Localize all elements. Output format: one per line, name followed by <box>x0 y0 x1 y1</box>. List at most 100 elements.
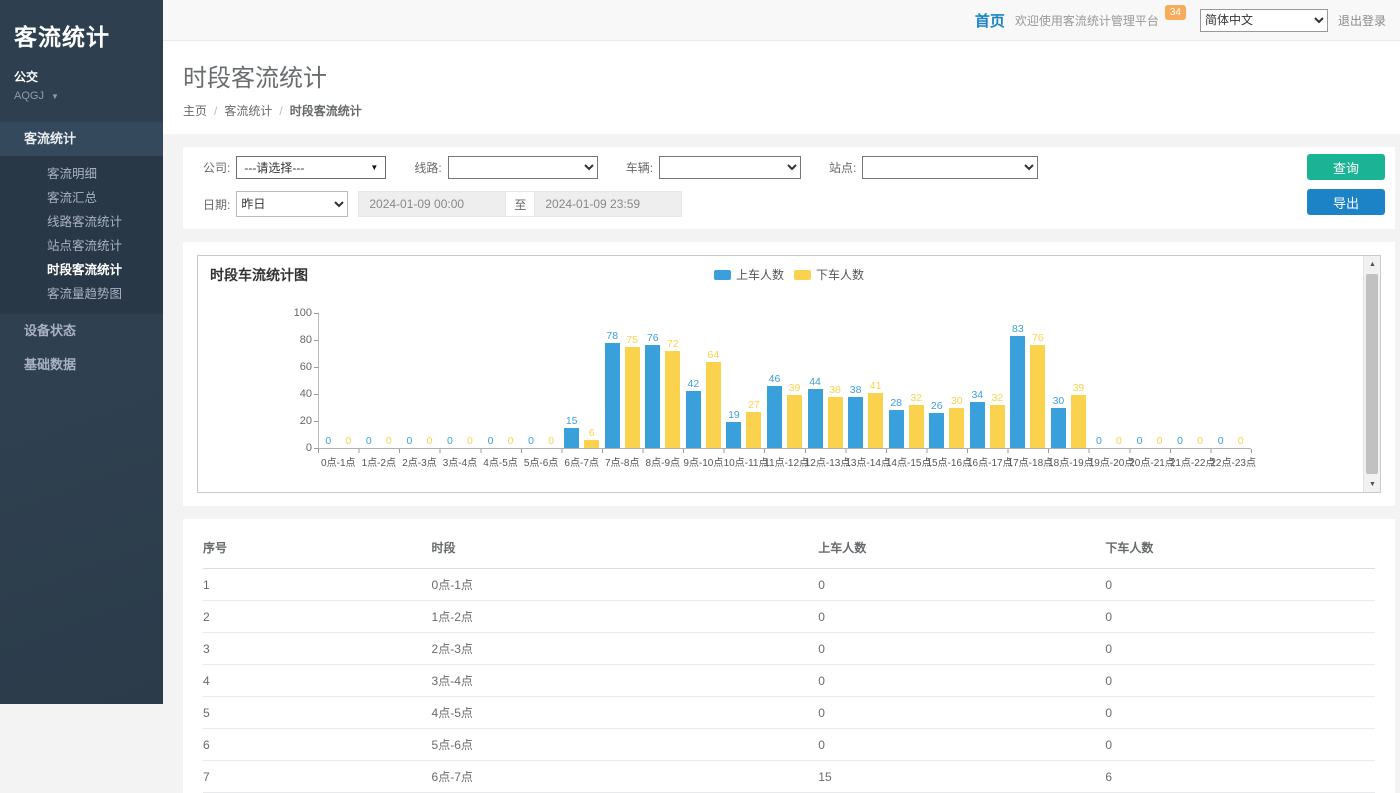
bar-value-label: 0 <box>345 435 351 448</box>
line-select[interactable] <box>448 156 598 179</box>
col-header-boarding: 上车人数 <box>818 529 1105 569</box>
vehicle-select[interactable] <box>659 156 801 179</box>
bar-boarding <box>686 391 701 448</box>
bar-value-label: 39 <box>789 382 801 395</box>
query-button[interactable]: 查询 <box>1307 154 1385 180</box>
export-button[interactable]: 导出 <box>1307 189 1385 215</box>
bar-value-label: 0 <box>508 435 514 448</box>
bar-group: 00 <box>1089 313 1130 448</box>
bar-boarding <box>808 389 823 448</box>
bar-column: 19 <box>726 313 741 448</box>
bar-group: 78 75 <box>602 313 643 448</box>
scrollbar-thumb[interactable] <box>1366 274 1378 474</box>
bar-value-label: 0 <box>366 435 372 448</box>
bar-value-label: 0 <box>386 435 392 448</box>
bar-alighting <box>1071 395 1086 448</box>
bar-value-label: 32 <box>910 392 922 405</box>
x-axis-label: 2点-3点 <box>399 454 440 469</box>
scroll-down-icon[interactable]: ▼ <box>1364 476 1381 492</box>
bar-group: 2630 <box>926 313 967 448</box>
table-cell: 1 <box>203 569 432 601</box>
table-cell: 2 <box>203 601 432 633</box>
bar-group: 1927 <box>724 313 765 448</box>
bar-value-label: 0 <box>1177 435 1183 448</box>
table-row: 32点-3点00 <box>203 633 1375 665</box>
scroll-up-icon[interactable]: ▲ <box>1364 256 1381 272</box>
bar-alighting <box>746 412 761 448</box>
bar-column: 6 <box>584 313 599 448</box>
chart-scrollbar[interactable]: ▲ ▼ <box>1363 256 1380 492</box>
sidebar-subitem[interactable]: 线路客流统计 <box>0 210 163 234</box>
bar-value-label: 83 <box>1012 323 1024 336</box>
x-axis-label: 20点-21点 <box>1129 454 1170 469</box>
bar-boarding <box>889 410 904 448</box>
logout-link[interactable]: 退出登录 <box>1338 12 1386 29</box>
y-axis-label: 80 <box>282 334 312 346</box>
bar-column: 0 <box>1193 313 1208 448</box>
bar-value-label: 38 <box>829 384 841 397</box>
bar-boarding <box>1010 336 1025 448</box>
x-axis-label: 13点-14点 <box>845 454 886 469</box>
sidebar-item-base-data[interactable]: 基础数据 <box>0 348 163 382</box>
bar-column: 15 <box>564 313 579 448</box>
breadcrumb-home[interactable]: 主页 <box>183 104 207 118</box>
bar-column: 28 <box>889 313 904 448</box>
legend-swatch-boarding <box>714 270 731 280</box>
sidebar-subitem[interactable]: 客流明细 <box>0 162 163 186</box>
bar-column: 32 <box>990 313 1005 448</box>
sidebar-subitem[interactable]: 客流汇总 <box>0 186 163 210</box>
x-axis-label: 22点-23点 <box>1210 454 1251 469</box>
bar-boarding <box>564 428 579 448</box>
bar-column: 46 <box>767 313 782 448</box>
x-axis-label: 0点-1点 <box>318 454 359 469</box>
breadcrumb-section[interactable]: 客流统计 <box>224 104 272 118</box>
date-start-input[interactable] <box>358 191 506 217</box>
bar-column: 32 <box>909 313 924 448</box>
bar-column: 27 <box>746 313 761 448</box>
table-cell: 7 <box>203 761 432 793</box>
bar-value-label: 72 <box>667 338 679 351</box>
station-label: 站点: <box>829 159 856 176</box>
bar-boarding <box>929 413 944 448</box>
sidebar-subitem[interactable]: 站点客流统计 <box>0 234 163 258</box>
legend-item-alighting[interactable]: 下车人数 <box>794 266 864 283</box>
user-menu[interactable]: AQGJ ▼ <box>0 85 163 102</box>
bar-column: 0 <box>321 313 336 448</box>
home-link[interactable]: 首页 <box>975 10 1005 31</box>
bar-alighting <box>990 405 1005 448</box>
bar-column: 0 <box>1213 313 1228 448</box>
sidebar-subitem[interactable]: 客流量趋势图 <box>0 282 163 306</box>
x-axis-label: 16点-17点 <box>967 454 1008 469</box>
language-select[interactable]: 简体中文 <box>1200 9 1328 32</box>
x-axis-label: 10点-11点 <box>724 454 765 469</box>
bar-value-label: 0 <box>1238 435 1244 448</box>
sidebar-item-passenger-stats[interactable]: 客流统计 <box>0 122 163 156</box>
breadcrumb-separator: / <box>279 104 282 118</box>
notification-badge[interactable]: 34 <box>1165 5 1186 20</box>
bar-value-label: 0 <box>325 435 331 448</box>
station-select[interactable] <box>862 156 1038 179</box>
company-select[interactable]: ---请选择--- ▼ <box>236 156 386 179</box>
date-preset-select[interactable]: 昨日 <box>236 191 348 217</box>
bar-value-label: 78 <box>606 330 618 343</box>
bar-column: 64 <box>706 313 721 448</box>
legend-item-boarding[interactable]: 上车人数 <box>714 266 784 283</box>
x-axis-label: 6点-7点 <box>561 454 602 469</box>
bar-value-label: 75 <box>626 334 638 347</box>
date-end-input[interactable] <box>534 191 682 217</box>
table-cell: 15 <box>818 761 1105 793</box>
sidebar-subitem[interactable]: 时段客流统计 <box>0 258 163 282</box>
bar-value-label: 0 <box>1157 435 1163 448</box>
bar-column: 34 <box>970 313 985 448</box>
bar-value-label: 6 <box>589 427 595 440</box>
bar-group: 15 6 <box>561 313 602 448</box>
table-header-row: 序号 时段 上车人数 下车人数 <box>203 529 1375 569</box>
bar-value-label: 0 <box>528 435 534 448</box>
bar-group: 00 <box>359 313 400 448</box>
bar-alighting <box>584 440 599 448</box>
bar-column: 38 <box>828 313 843 448</box>
bar-value-label: 76 <box>1032 332 1044 345</box>
bar-column: 39 <box>1071 313 1086 448</box>
bar-value-label: 0 <box>1096 435 1102 448</box>
sidebar-item-device-status[interactable]: 设备状态 <box>0 314 163 348</box>
